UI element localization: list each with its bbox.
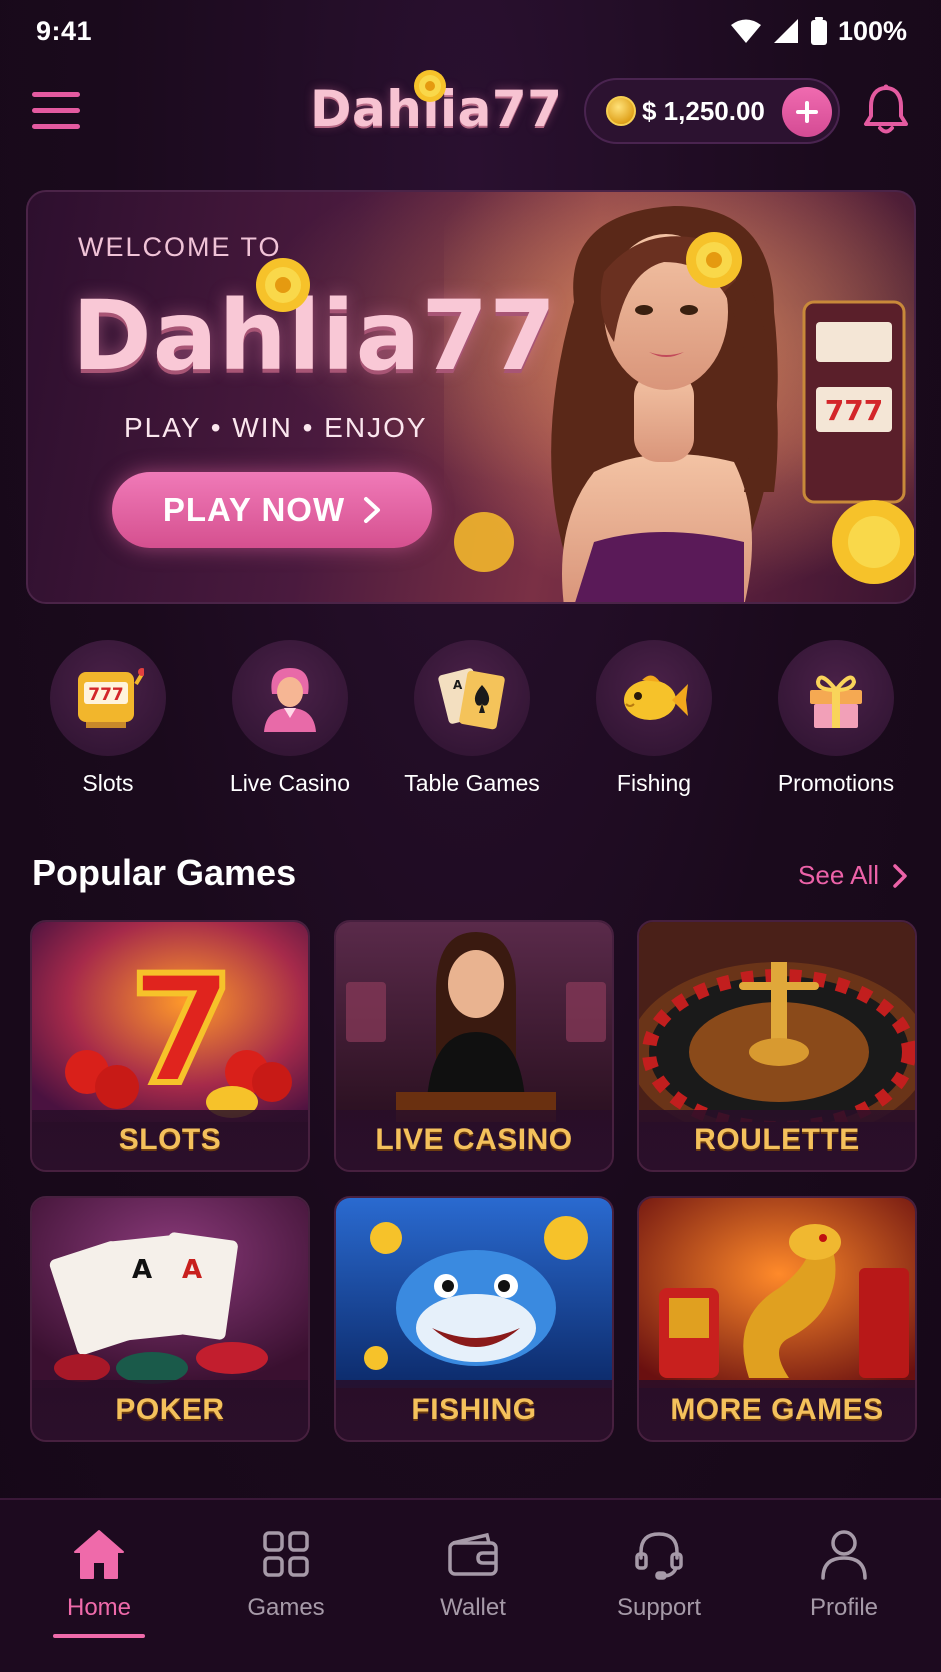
- nav-label: Wallet: [440, 1594, 506, 1621]
- category-slots[interactable]: 777 Slots: [17, 640, 199, 797]
- hero-tagline: PLAY • WIN • ENJOY: [124, 412, 428, 443]
- category-live-casino[interactable]: Live Casino: [199, 640, 381, 797]
- nav-profile[interactable]: Profile: [774, 1524, 914, 1622]
- category-label: Promotions: [777, 770, 895, 796]
- fish-icon: [624, 675, 688, 720]
- nav-label: Support: [616, 1594, 702, 1621]
- gift-icon: [810, 675, 862, 728]
- grid-icon: [263, 1531, 309, 1577]
- battery-percent: 100%: [837, 15, 907, 46]
- nav-label: Profile: [809, 1594, 879, 1621]
- active-tab-indicator: [53, 1634, 145, 1638]
- hero-banner[interactable]: 777 WELCOME TO Dahlia77 PLAY • WIN • ENJ…: [26, 190, 916, 604]
- hamburger-icon: [32, 92, 80, 97]
- game-label: POKER: [32, 1380, 308, 1440]
- category-icon-bg: [596, 640, 712, 756]
- fishing-artwork: [336, 1198, 612, 1388]
- notifications-button[interactable]: [862, 84, 912, 138]
- see-all-link[interactable]: See All: [798, 860, 907, 891]
- slots-artwork: 7: [32, 922, 308, 1122]
- see-all-label: See All: [798, 860, 879, 890]
- wifi-icon: [730, 19, 761, 43]
- poker-artwork: A A: [32, 1198, 308, 1388]
- game-card-slots[interactable]: 7 SLOTS: [30, 920, 310, 1172]
- live-casino-artwork: [336, 922, 612, 1122]
- wallet-icon: [448, 1532, 498, 1576]
- category-icon-bg: [232, 640, 348, 756]
- category-label: Live Casino: [229, 770, 351, 796]
- nav-label: Home: [66, 1594, 132, 1621]
- roulette-artwork: [639, 922, 915, 1122]
- hero-model-illustration: 777: [444, 192, 914, 602]
- game-card-fishing[interactable]: FISHING: [334, 1196, 614, 1442]
- nav-home[interactable]: Home: [29, 1524, 169, 1622]
- svg-text:777: 777: [825, 394, 883, 427]
- hero-title: Dahlia77: [72, 280, 557, 392]
- category-icon-bg: A: [414, 640, 530, 756]
- plus-icon: [796, 101, 818, 123]
- category-label: Slots: [82, 770, 134, 796]
- hamburger-icon-line: [32, 108, 80, 113]
- bottom-nav: Home Games Wallet Support Profile: [0, 1498, 941, 1672]
- category-label: Table Games: [404, 770, 540, 796]
- svg-text:777: 777: [88, 685, 124, 705]
- user-icon: [821, 1530, 867, 1580]
- svg-text:A: A: [132, 1255, 152, 1285]
- app-root: 9:41 100% Dahlia77 $ 1,250.00 777 WELCOM…: [0, 0, 941, 1672]
- nav-support[interactable]: Support: [589, 1524, 729, 1622]
- game-card-poker[interactable]: A A POKER: [30, 1196, 310, 1442]
- headset-icon: [635, 1532, 683, 1580]
- dealer-icon: [264, 668, 316, 732]
- game-label: SLOTS: [32, 1110, 308, 1170]
- status-bar: 9:41 100%: [0, 0, 941, 62]
- chevron-right-icon: [364, 497, 381, 523]
- category-label: Fishing: [616, 770, 692, 796]
- nav-games[interactable]: Games: [216, 1524, 356, 1622]
- nav-label: Games: [247, 1594, 325, 1621]
- category-table-games[interactable]: A Table Games: [381, 640, 563, 797]
- battery-icon: [810, 17, 827, 45]
- game-label: MORE GAMES: [639, 1380, 915, 1440]
- balance-pill[interactable]: $ 1,250.00: [584, 78, 840, 144]
- hero-flower-icon: [256, 258, 310, 312]
- category-promotions[interactable]: Promotions: [745, 640, 927, 797]
- category-icon-bg: [778, 640, 894, 756]
- hero-welcome-text: WELCOME TO: [78, 232, 282, 262]
- deposit-plus-button[interactable]: [782, 87, 832, 137]
- svg-text:A: A: [182, 1255, 202, 1285]
- balance-amount: $ 1,250.00: [642, 95, 765, 126]
- category-row: 777 Slots Live Casino A Table Games Fish…: [0, 640, 941, 800]
- game-label: FISHING: [336, 1380, 612, 1440]
- more-games-artwork: [639, 1198, 915, 1388]
- category-fishing[interactable]: Fishing: [563, 640, 745, 797]
- home-icon: [74, 1530, 124, 1579]
- status-time: 9:41: [36, 15, 93, 46]
- coin-icon: [606, 96, 636, 126]
- cellular-signal-icon: [773, 19, 798, 43]
- chevron-right-icon: [893, 863, 907, 888]
- dahlia-flower-icon: [414, 70, 446, 102]
- hamburger-icon-line: [32, 124, 80, 129]
- status-icons: 100%: [730, 16, 907, 47]
- game-label: ROULETTE: [639, 1110, 915, 1170]
- slot-machine-icon: 777: [78, 668, 144, 728]
- game-label: LIVE CASINO: [336, 1110, 612, 1170]
- game-card-live-casino[interactable]: LIVE CASINO: [334, 920, 614, 1172]
- play-now-button[interactable]: PLAY NOW: [112, 472, 432, 548]
- popular-games-title: Popular Games: [32, 852, 297, 893]
- menu-button[interactable]: [32, 90, 82, 132]
- nav-wallet[interactable]: Wallet: [403, 1524, 543, 1622]
- svg-text:A: A: [453, 678, 463, 692]
- playing-cards-icon: A: [438, 668, 505, 730]
- game-card-roulette[interactable]: ROULETTE: [637, 920, 917, 1172]
- bell-icon: [864, 84, 908, 134]
- play-now-label: PLAY NOW: [162, 491, 346, 528]
- category-icon-bg: 777: [50, 640, 166, 756]
- game-card-more-games[interactable]: MORE GAMES: [637, 1196, 917, 1442]
- top-header: Dahlia77 $ 1,250.00: [0, 70, 941, 154]
